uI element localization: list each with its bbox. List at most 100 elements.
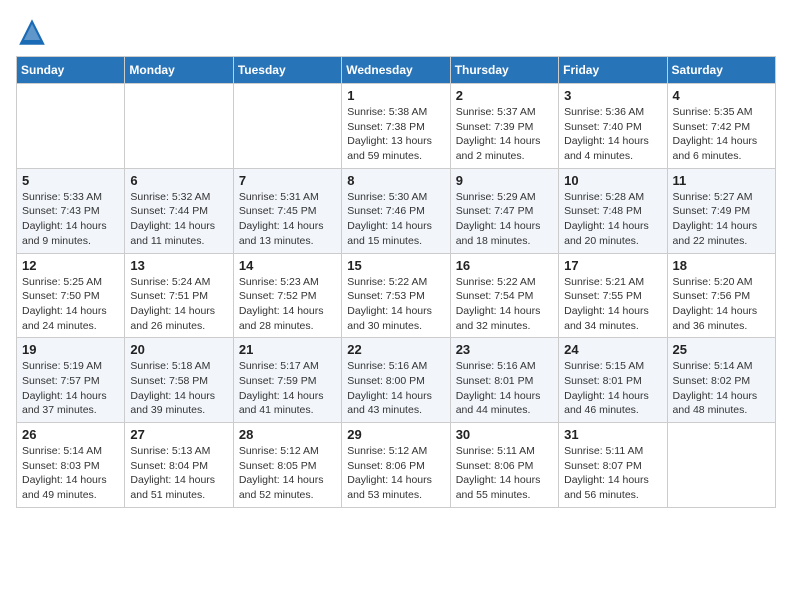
- calendar-cell: 22 Sunrise: 5:16 AM Sunset: 8:00 PM Dayli…: [342, 338, 450, 423]
- day-header: Friday: [559, 57, 667, 84]
- calendar-cell: 24 Sunrise: 5:15 AM Sunset: 8:01 PM Dayli…: [559, 338, 667, 423]
- day-number: 21: [239, 342, 336, 357]
- day-number: 18: [673, 258, 770, 273]
- day-info: Sunrise: 5:11 AM Sunset: 8:07 PM Dayligh…: [564, 444, 661, 503]
- calendar-cell: 28 Sunrise: 5:12 AM Sunset: 8:05 PM Dayli…: [233, 423, 341, 508]
- calendar-week-row: 5Sunrise: 5:33 AM Sunset: 7:43 PM Daylig…: [17, 168, 776, 253]
- calendar-cell: 17 Sunrise: 5:21 AM Sunset: 7:55 PM Dayli…: [559, 253, 667, 338]
- day-number: 4: [673, 88, 770, 103]
- calendar-cell: 2 Sunrise: 5:37 AM Sunset: 7:39 PM Daylig…: [450, 84, 558, 169]
- calendar-cell: [125, 84, 233, 169]
- day-number: 28: [239, 427, 336, 442]
- day-info: Sunrise: 5:22 AM Sunset: 7:53 PM Dayligh…: [347, 275, 444, 334]
- calendar-cell: 21 Sunrise: 5:17 AM Sunset: 7:59 PM Dayli…: [233, 338, 341, 423]
- day-info: Sunrise: 5:14 AM Sunset: 8:02 PM Dayligh…: [673, 359, 770, 418]
- day-info: Sunrise: 5:31 AM Sunset: 7:45 PM Dayligh…: [239, 190, 336, 249]
- calendar-cell: 4 Sunrise: 5:35 AM Sunset: 7:42 PM Daylig…: [667, 84, 775, 169]
- day-info: Sunrise: 5:25 AM Sunset: 7:50 PM Dayligh…: [22, 275, 119, 334]
- day-info: Sunrise: 5:13 AM Sunset: 8:04 PM Dayligh…: [130, 444, 227, 503]
- day-info: Sunrise: 5:12 AM Sunset: 8:06 PM Dayligh…: [347, 444, 444, 503]
- calendar-cell: 26 Sunrise: 5:14 AM Sunset: 8:03 PM Dayli…: [17, 423, 125, 508]
- logo: [16, 16, 52, 48]
- day-header: Wednesday: [342, 57, 450, 84]
- calendar-cell: 13 Sunrise: 5:24 AM Sunset: 7:51 PM Dayli…: [125, 253, 233, 338]
- calendar-cell: 6 Sunrise: 5:32 AM Sunset: 7:44 PM Daylig…: [125, 168, 233, 253]
- calendar-cell: 29 Sunrise: 5:12 AM Sunset: 8:06 PM Dayli…: [342, 423, 450, 508]
- day-number: 13: [130, 258, 227, 273]
- day-number: 17: [564, 258, 661, 273]
- day-number: 7: [239, 173, 336, 188]
- day-number: 30: [456, 427, 553, 442]
- calendar-cell: 12 Sunrise: 5:25 AM Sunset: 7:50 PM Dayli…: [17, 253, 125, 338]
- day-info: Sunrise: 5:27 AM Sunset: 7:49 PM Dayligh…: [673, 190, 770, 249]
- day-info: Sunrise: 5:20 AM Sunset: 7:56 PM Dayligh…: [673, 275, 770, 334]
- day-number: 23: [456, 342, 553, 357]
- day-number: 8: [347, 173, 444, 188]
- day-number: 20: [130, 342, 227, 357]
- day-info: Sunrise: 5:33 AM Sunset: 7:43 PM Dayligh…: [22, 190, 119, 249]
- calendar-week-row: 19 Sunrise: 5:19 AM Sunset: 7:57 PM Dayli…: [17, 338, 776, 423]
- day-info: Sunrise: 5:38 AM Sunset: 7:38 PM Dayligh…: [347, 105, 444, 164]
- calendar-table: SundayMondayTuesdayWednesdayThursdayFrid…: [16, 56, 776, 508]
- day-info: Sunrise: 5:16 AM Sunset: 8:00 PM Dayligh…: [347, 359, 444, 418]
- calendar-cell: 20 Sunrise: 5:18 AM Sunset: 7:58 PM Dayli…: [125, 338, 233, 423]
- day-info: Sunrise: 5:32 AM Sunset: 7:44 PM Dayligh…: [130, 190, 227, 249]
- day-info: Sunrise: 5:37 AM Sunset: 7:39 PM Dayligh…: [456, 105, 553, 164]
- day-number: 3: [564, 88, 661, 103]
- calendar-cell: [233, 84, 341, 169]
- calendar-cell: 18 Sunrise: 5:20 AM Sunset: 7:56 PM Dayli…: [667, 253, 775, 338]
- day-number: 22: [347, 342, 444, 357]
- day-info: Sunrise: 5:17 AM Sunset: 7:59 PM Dayligh…: [239, 359, 336, 418]
- calendar-cell: 23Sunrise: 5:16 AM Sunset: 8:01 PM Dayli…: [450, 338, 558, 423]
- day-number: 9: [456, 173, 553, 188]
- day-info: Sunrise: 5:23 AM Sunset: 7:52 PM Dayligh…: [239, 275, 336, 334]
- day-number: 16: [456, 258, 553, 273]
- day-number: 25: [673, 342, 770, 357]
- day-number: 6: [130, 173, 227, 188]
- day-header: Tuesday: [233, 57, 341, 84]
- day-info: Sunrise: 5:29 AM Sunset: 7:47 PM Dayligh…: [456, 190, 553, 249]
- calendar-cell: 19 Sunrise: 5:19 AM Sunset: 7:57 PM Dayli…: [17, 338, 125, 423]
- day-number: 19: [22, 342, 119, 357]
- logo-icon: [16, 16, 48, 48]
- calendar-cell: 16 Sunrise: 5:22 AM Sunset: 7:54 PM Dayli…: [450, 253, 558, 338]
- day-number: 11: [673, 173, 770, 188]
- day-number: 29: [347, 427, 444, 442]
- day-number: 24: [564, 342, 661, 357]
- day-number: 27: [130, 427, 227, 442]
- calendar-week-row: 12 Sunrise: 5:25 AM Sunset: 7:50 PM Dayli…: [17, 253, 776, 338]
- day-info: Sunrise: 5:15 AM Sunset: 8:01 PM Dayligh…: [564, 359, 661, 418]
- calendar-cell: [17, 84, 125, 169]
- calendar-cell: 8 Sunrise: 5:30 AM Sunset: 7:46 PM Daylig…: [342, 168, 450, 253]
- day-info: Sunrise: 5:28 AM Sunset: 7:48 PM Dayligh…: [564, 190, 661, 249]
- day-info: Sunrise: 5:21 AM Sunset: 7:55 PM Dayligh…: [564, 275, 661, 334]
- day-info: Sunrise: 5:19 AM Sunset: 7:57 PM Dayligh…: [22, 359, 119, 418]
- day-info: Sunrise: 5:18 AM Sunset: 7:58 PM Dayligh…: [130, 359, 227, 418]
- day-info: Sunrise: 5:36 AM Sunset: 7:40 PM Dayligh…: [564, 105, 661, 164]
- day-number: 12: [22, 258, 119, 273]
- day-header: Monday: [125, 57, 233, 84]
- calendar-cell: 3 Sunrise: 5:36 AM Sunset: 7:40 PM Daylig…: [559, 84, 667, 169]
- day-info: Sunrise: 5:14 AM Sunset: 8:03 PM Dayligh…: [22, 444, 119, 503]
- day-number: 26: [22, 427, 119, 442]
- day-info: Sunrise: 5:12 AM Sunset: 8:05 PM Dayligh…: [239, 444, 336, 503]
- day-header: Thursday: [450, 57, 558, 84]
- calendar-cell: 25 Sunrise: 5:14 AM Sunset: 8:02 PM Dayli…: [667, 338, 775, 423]
- day-number: 14: [239, 258, 336, 273]
- day-header: Saturday: [667, 57, 775, 84]
- calendar-header-row: SundayMondayTuesdayWednesdayThursdayFrid…: [17, 57, 776, 84]
- calendar-week-row: 1Sunrise: 5:38 AM Sunset: 7:38 PM Daylig…: [17, 84, 776, 169]
- calendar-cell: 31Sunrise: 5:11 AM Sunset: 8:07 PM Dayli…: [559, 423, 667, 508]
- calendar-cell: 30 Sunrise: 5:11 AM Sunset: 8:06 PM Dayli…: [450, 423, 558, 508]
- calendar-cell: 10 Sunrise: 5:28 AM Sunset: 7:48 PM Dayli…: [559, 168, 667, 253]
- day-number: 2: [456, 88, 553, 103]
- day-info: Sunrise: 5:35 AM Sunset: 7:42 PM Dayligh…: [673, 105, 770, 164]
- day-info: Sunrise: 5:11 AM Sunset: 8:06 PM Dayligh…: [456, 444, 553, 503]
- calendar-cell: 7 Sunrise: 5:31 AM Sunset: 7:45 PM Daylig…: [233, 168, 341, 253]
- day-info: Sunrise: 5:30 AM Sunset: 7:46 PM Dayligh…: [347, 190, 444, 249]
- day-info: Sunrise: 5:24 AM Sunset: 7:51 PM Dayligh…: [130, 275, 227, 334]
- day-info: Sunrise: 5:22 AM Sunset: 7:54 PM Dayligh…: [456, 275, 553, 334]
- calendar-cell: 9 Sunrise: 5:29 AM Sunset: 7:47 PM Daylig…: [450, 168, 558, 253]
- day-number: 10: [564, 173, 661, 188]
- calendar-cell: 15Sunrise: 5:22 AM Sunset: 7:53 PM Dayli…: [342, 253, 450, 338]
